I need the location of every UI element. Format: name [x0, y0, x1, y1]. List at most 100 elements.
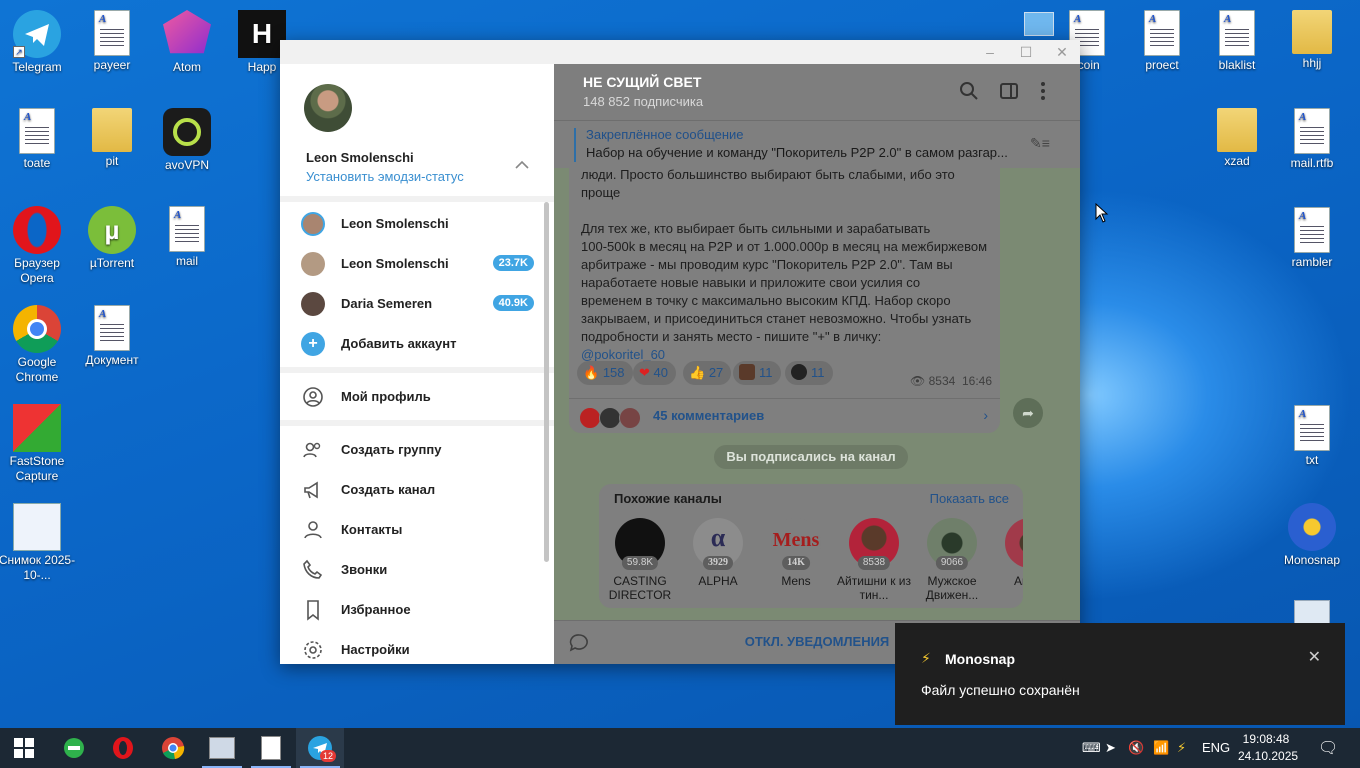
desktop-icon-faststone[interactable]: FastStone Capture	[0, 404, 76, 484]
similar-channel[interactable]: 59.8K CASTING DIRECTOR	[602, 518, 678, 602]
close-button[interactable]: ✕	[1044, 40, 1080, 64]
menu-item-new-channel[interactable]: Создать канал	[280, 470, 554, 510]
menu-item-calls[interactable]: Звонки	[280, 550, 554, 590]
my-profile-button[interactable]: Мой профиль	[280, 377, 554, 417]
taskbar-wordpad[interactable]	[247, 728, 295, 768]
account-item[interactable]: Leon Smolenschi	[280, 204, 554, 244]
desktop-icon-hhjj[interactable]: hhjj	[1273, 10, 1351, 71]
reaction-heart[interactable]: ❤ 40	[633, 361, 676, 385]
forward-button[interactable]: ➦	[1013, 398, 1043, 428]
similar-channel[interactable]: Mens 14K Mens	[758, 518, 834, 588]
pinned-message-bar[interactable]: Закреплённое сообщение Набор на обучение…	[554, 120, 1080, 168]
toast-title: Monosnap	[945, 651, 1015, 667]
desktop-icon-avovpn[interactable]: avoVPN	[148, 108, 226, 173]
reaction-custom-2[interactable]: 11	[785, 361, 833, 385]
message-line	[581, 202, 993, 220]
desktop-icon-atom[interactable]: Atom	[148, 10, 226, 75]
taskbar-chrome[interactable]	[149, 728, 197, 768]
similar-channel[interactable]: 8538 Айтишни к из тин...	[836, 518, 912, 602]
comments-button[interactable]: 45 комментариев ›	[569, 398, 1000, 433]
telegram-tray-icon[interactable]: ➤	[1105, 740, 1116, 756]
desktop-icon-utorrent[interactable]: µ µTorrent	[73, 206, 151, 271]
reaction-fire[interactable]: 🔥 158	[577, 361, 633, 385]
similar-channel[interactable]: Анд д	[992, 518, 1023, 588]
message-line: 100-500k в месяц на P2P и от 1.000.000р …	[581, 239, 988, 254]
document-icon	[19, 108, 55, 154]
toast-close-button[interactable]: ✕	[1308, 647, 1321, 667]
clock[interactable]: 19:08:48 24.10.2025	[1238, 731, 1298, 765]
channel-avatar: 8538	[849, 518, 899, 570]
desktop-icon-telegram[interactable]: ↗ Telegram	[0, 10, 76, 75]
desktop-icon-payeer[interactable]: payeer	[73, 10, 151, 73]
account-item[interactable]: Leon Smolenschi 23.7K	[280, 244, 554, 284]
set-emoji-status-link[interactable]: Установить эмодзи-статус	[306, 169, 464, 184]
maximize-button[interactable]: ☐	[1008, 40, 1044, 64]
desktop-icon-blaklist[interactable]: blaklist	[1198, 10, 1276, 73]
minimize-button[interactable]: –	[972, 40, 1008, 64]
desktop-icon-proect[interactable]: proect	[1123, 10, 1201, 73]
faststone-icon	[13, 404, 61, 452]
start-button[interactable]	[0, 728, 48, 768]
reaction-thumbs-up[interactable]: 👍 27	[683, 361, 732, 385]
folder-icon	[1217, 108, 1257, 152]
channel-name: Мужское Движен...	[925, 574, 979, 602]
taskbar-app[interactable]	[198, 728, 246, 768]
folder-icon	[92, 108, 132, 152]
menu-item-new-group[interactable]: Создать группу	[280, 430, 554, 470]
keyboard-icon[interactable]: ⌨	[1082, 740, 1101, 756]
reaction-count: 11	[759, 365, 773, 380]
notification-toast[interactable]: ⚡ Monosnap Файл успешно сохранён ✕	[895, 623, 1345, 725]
similar-channel[interactable]: 9066 Мужское Движен...	[914, 518, 990, 602]
taskbar-telegram[interactable]: 12	[296, 728, 344, 768]
desktop-icon-mail[interactable]: mail	[148, 206, 226, 269]
channel-avatar: 9066	[927, 518, 977, 570]
desktop-icon-xzad[interactable]: xzad	[1198, 108, 1276, 169]
desktop-icon-mailrtfb[interactable]: mail.rtfb	[1273, 108, 1351, 171]
avatar[interactable]	[304, 84, 352, 132]
network-icon[interactable]: 📶	[1153, 740, 1169, 756]
message-line: Для тех же, кто выбирает быть сильными и…	[581, 221, 931, 236]
pin-list-icon[interactable]: ✎≡	[1030, 135, 1054, 155]
taskbar-opera[interactable]	[99, 728, 147, 768]
menu-item-saved[interactable]: Избранное	[280, 590, 554, 630]
similar-channel[interactable]: α 3929 ALPHA	[680, 518, 756, 588]
show-all-link[interactable]: Показать все	[930, 491, 1009, 506]
notification-center-icon[interactable]: 🗨	[1318, 738, 1338, 758]
menu-item-label: Создать канал	[341, 482, 436, 497]
desktop-icon-toate[interactable]: toate	[0, 108, 76, 171]
desktop-icon-chrome[interactable]: Google Chrome	[0, 305, 76, 385]
more-vertical-icon[interactable]	[1032, 80, 1054, 102]
language-indicator[interactable]: ENG	[1202, 740, 1230, 755]
monosnap-tray-icon[interactable]: ⚡	[1177, 740, 1186, 756]
sidebar-toggle-icon[interactable]	[998, 80, 1020, 102]
message-line: люди. Просто большинство выбирают быть с…	[581, 167, 955, 182]
add-account-button[interactable]: + Добавить аккаунт	[280, 324, 554, 364]
search-icon[interactable]	[958, 80, 980, 102]
reaction-custom-1[interactable]: 11	[733, 361, 781, 385]
desktop-icon-monosnap[interactable]: Monosnap	[1273, 503, 1351, 568]
custom-emoji-icon	[791, 364, 807, 380]
desktop-icon-opera[interactable]: Браузер Opera	[0, 206, 76, 286]
channel-subscribers: 9066	[935, 556, 969, 570]
desktop-icon-document[interactable]: Документ	[73, 305, 151, 368]
account-item[interactable]: Daria Semeren 40.9K	[280, 284, 554, 324]
menu-item-contacts[interactable]: Контакты	[280, 510, 554, 550]
channel-name: Айтишни к из тин...	[837, 574, 911, 602]
window-titlebar[interactable]: – ☐ ✕	[280, 40, 1080, 64]
opera-icon	[13, 206, 61, 254]
chat-header[interactable]: НЕ СУЩИЙ СВЕТ 148 852 подписчика	[554, 64, 1080, 120]
menu-item-settings[interactable]: Настройки	[280, 630, 554, 670]
desktop-icon-pit[interactable]: pit	[73, 108, 151, 169]
heart-icon: ❤	[639, 365, 650, 380]
chevron-up-icon[interactable]	[514, 157, 530, 173]
desktop-icon-txt[interactable]: txt	[1273, 405, 1351, 468]
channel-message[interactable]: люди. Просто большинство выбирают быть с…	[569, 167, 1000, 433]
desktop-icon-rambler[interactable]: rambler	[1273, 207, 1351, 270]
users-icon	[301, 438, 325, 462]
desktop-icon-snimok[interactable]: Снимок 2025-10-...	[0, 503, 76, 583]
menu-scrollbar[interactable]	[544, 202, 549, 562]
speaker-muted-icon[interactable]: 🔇	[1128, 740, 1144, 756]
gear-icon	[301, 638, 325, 662]
taskbar-ie[interactable]	[50, 728, 98, 768]
channel-title[interactable]: НЕ СУЩИЙ СВЕТ	[583, 74, 701, 90]
